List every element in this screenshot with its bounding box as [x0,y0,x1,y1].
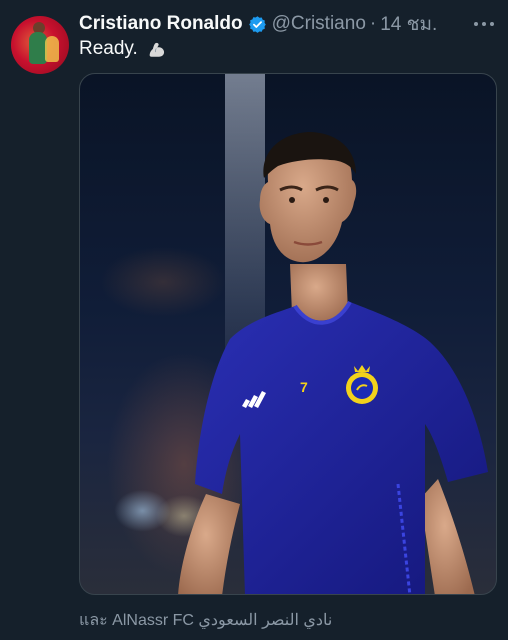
left-arm [178,494,240,594]
jersey-number: 7 [300,379,308,395]
player-eye-right [323,197,329,203]
verified-badge-icon [248,15,266,33]
tweet-text: Ready. [79,38,168,60]
tweet-header: Cristiano Ronaldo @Cristiano · 14 ชม. [79,12,437,36]
more-dot [474,22,478,26]
right-arm [420,479,475,594]
tagged-accounts[interactable]: และ AlNassr FC نادي النصر السعودي [79,608,332,633]
timestamp[interactable]: 14 ชม. [380,9,437,39]
flexed-biceps-icon [149,42,164,57]
player-photo: 7 [178,74,488,594]
player-eye-left [289,197,295,203]
more-dot [490,22,494,26]
author-name[interactable]: Cristiano Ronaldo [79,13,243,35]
tweet-text-content: Ready. [79,38,138,59]
more-dot [482,22,486,26]
tweet[interactable]: Cristiano Ronaldo @Cristiano · 14 ชม. Re… [0,0,508,640]
header-separator: · [369,13,377,34]
more-options-icon[interactable] [472,14,496,34]
avatar-figure-secondary [45,36,59,62]
avatar[interactable] [11,16,69,74]
author-handle[interactable]: @Cristiano [272,13,366,35]
tweet-media-image[interactable]: 7 [79,73,497,595]
